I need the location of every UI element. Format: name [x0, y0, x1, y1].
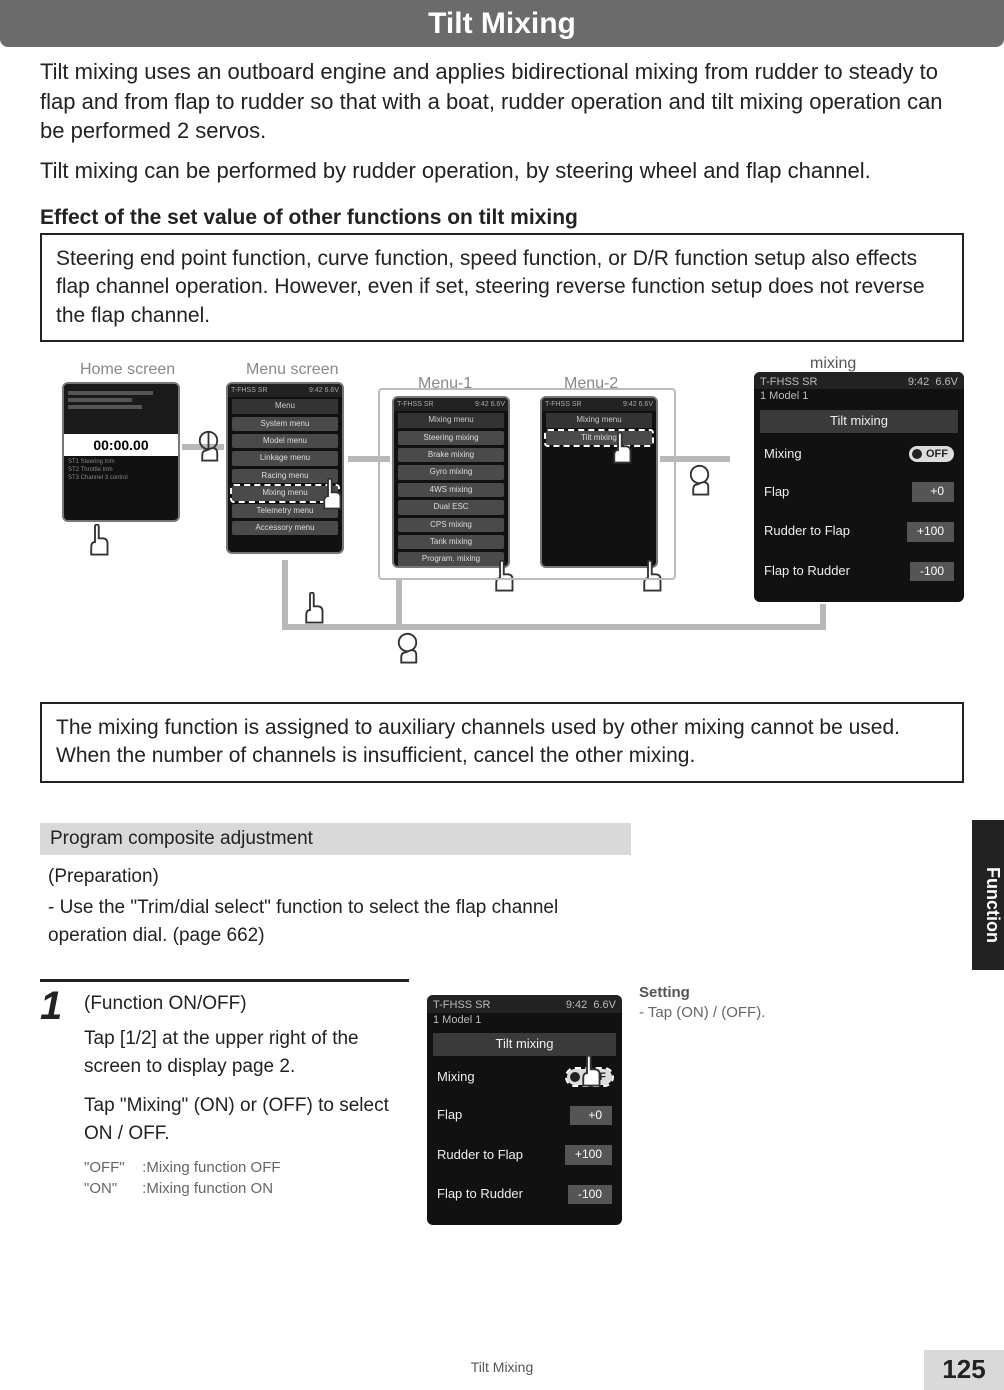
intro-paragraph-1: Tilt mixing uses an outboard engine and …: [40, 57, 964, 146]
menu-screen-label: Menu screen: [246, 360, 339, 381]
setting-label: Setting: [639, 983, 964, 1003]
hand-pointer-icon: [196, 430, 226, 466]
step-line-2: Tap "Mixing" (ON) or (OFF) to select ON …: [84, 1092, 409, 1149]
off-value: :Mixing function OFF: [142, 1159, 280, 1176]
hand-pointer-icon: [300, 592, 330, 628]
hand-pointer-icon: [577, 1055, 607, 1091]
step-number: 1: [40, 979, 84, 1213]
hand-pointer-icon: [318, 478, 348, 514]
program-adjust-heading: Program composite adjustment: [40, 823, 631, 856]
setting-body: - Tap (ON) / (OFF).: [639, 1004, 765, 1021]
flap-row[interactable]: Flap +0: [754, 472, 964, 512]
home-screen-label: Home screen: [80, 360, 175, 381]
rudder-to-flap-row[interactable]: Rudder to Flap +100: [754, 512, 964, 552]
effect-heading: Effect of the set value of other functio…: [40, 204, 964, 231]
on-key: "ON": [84, 1178, 138, 1199]
step-line-1: Tap [1/2] at the upper right of the scre…: [84, 1025, 409, 1082]
step-1: 1 (Function ON/OFF) Tap [1/2] at the upp…: [40, 979, 964, 1213]
side-tab-function: Function: [972, 820, 1004, 970]
step-heading: (Function ON/OFF): [84, 990, 409, 1019]
page-title: Tilt Mixing: [0, 0, 1004, 47]
preparation-item: - Use the "Trim/dial select" function to…: [48, 894, 639, 949]
on-value: :Mixing function ON: [142, 1180, 273, 1197]
hand-pointer-icon: [395, 632, 425, 668]
mixing-toggle-row[interactable]: Mixing OFF: [754, 436, 964, 473]
panel-title: Tilt mixing: [760, 410, 958, 433]
navigation-flow-diagram: Home screen Menu screen Menu-1 Menu-2 mi…: [40, 360, 964, 680]
page-number: 125: [924, 1350, 1004, 1390]
home-screen-mini: 00:00.00 ST1 Steering trim ST2 Throttle …: [62, 382, 180, 522]
off-key: "OFF": [84, 1157, 138, 1178]
hand-pointer-icon: [85, 524, 115, 560]
mixing-toggle[interactable]: OFF: [909, 446, 954, 462]
flap-to-rudder-row[interactable]: Flap to Rudder -100: [754, 552, 964, 592]
hand-pointer-icon: [687, 464, 717, 500]
panel-model: 1 Model 1: [754, 389, 964, 406]
home-timer: 00:00.00: [64, 434, 178, 456]
channel-note-box: The mixing function is assigned to auxil…: [40, 702, 964, 783]
preparation-label: (Preparation): [48, 865, 964, 890]
panel-head-left: T-FHSS SR: [760, 375, 817, 389]
intro-paragraph-2: Tilt mixing can be performed by rudder o…: [40, 156, 964, 186]
mixing-panel: T-FHSS SR 9:42 6.6V 1 Model 1 Tilt mixin…: [754, 372, 964, 602]
mixing-panel-step: T-FHSS SR 9:42 6.6V 1 Model 1 Tilt mixin…: [427, 995, 622, 1225]
menu-screen-mini: T-FHSS SR9:42 6.6V Menu System menu Mode…: [226, 382, 344, 554]
footer-title: Tilt Mixing: [0, 1358, 1004, 1376]
menu-group-outline: [378, 388, 676, 580]
effect-box: Steering end point function, curve funct…: [40, 233, 964, 342]
